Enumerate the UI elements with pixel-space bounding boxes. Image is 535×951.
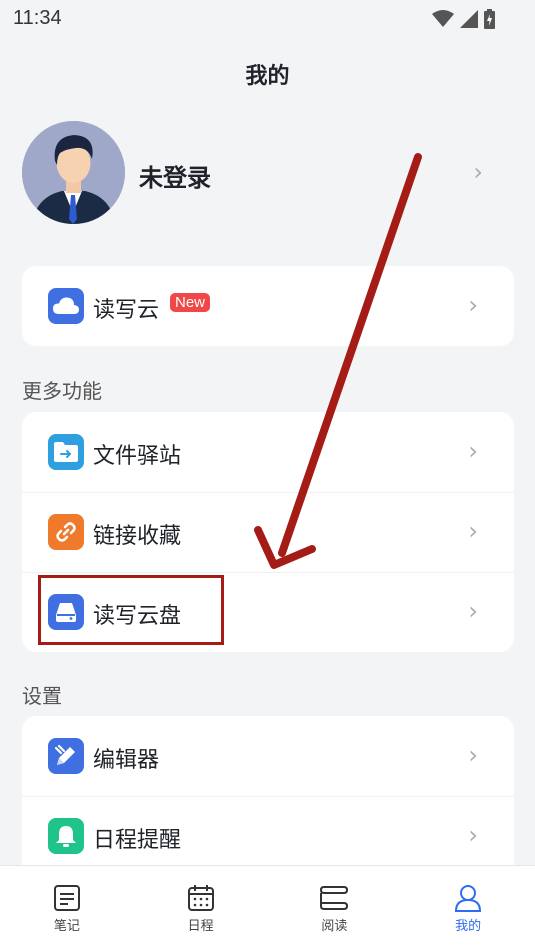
menu-item-label: 日程提醒 — [93, 828, 182, 853]
wifi-icon — [432, 10, 454, 27]
chevron-right-icon: › — [468, 741, 478, 769]
page-title: 我的 — [245, 64, 290, 89]
chevron-right-icon: › — [468, 821, 478, 849]
settings-card: 编辑器 › 日程提醒 › — [22, 716, 514, 876]
tab-schedule[interactable]: 日程 — [134, 866, 268, 951]
link-icon — [48, 514, 84, 550]
chevron-right-icon: › — [468, 291, 478, 319]
menu-item-label: 读写云 — [93, 298, 160, 323]
tab-label: 阅读 — [321, 919, 348, 934]
tab-notes[interactable]: 笔记 — [0, 866, 134, 951]
tab-label: 我的 — [455, 919, 482, 934]
status-time: 11:34 — [13, 7, 62, 29]
editor-icon — [48, 738, 84, 774]
tab-mine[interactable]: 我的 — [401, 866, 535, 951]
section-title-settings: 设置 — [22, 684, 62, 708]
profile-row[interactable]: 未登录 › — [0, 118, 535, 228]
cloud-card[interactable]: 读写云 New › — [22, 266, 514, 346]
menu-item-editor[interactable]: 编辑器 › — [22, 716, 514, 796]
login-status[interactable]: 未登录 — [139, 158, 211, 193]
section-title-more: 更多功能 — [22, 379, 102, 403]
reading-icon — [320, 886, 349, 910]
bell-icon — [48, 818, 84, 854]
file-transfer-icon — [48, 434, 84, 470]
menu-item-label: 文件驿站 — [93, 444, 182, 469]
menu-item-label: 读写云盘 — [93, 604, 182, 629]
cloud-drive-icon — [48, 594, 84, 630]
more-features-card: 文件驿站 › 链接收藏 › 读写云盘 › — [22, 412, 514, 652]
avatar[interactable] — [22, 121, 125, 224]
chevron-right-icon: › — [468, 437, 478, 465]
default-avatar-icon — [22, 121, 125, 224]
status-bar: 11:34 — [0, 0, 535, 36]
tab-reading[interactable]: 阅读 — [268, 866, 402, 951]
battery-icon — [484, 9, 495, 29]
new-badge: New — [170, 293, 211, 312]
chevron-right-icon: › — [473, 158, 483, 186]
chevron-right-icon: › — [468, 517, 478, 545]
status-icons — [432, 9, 495, 29]
tab-label: 日程 — [187, 919, 214, 934]
notes-icon — [53, 885, 80, 911]
user-icon — [455, 885, 482, 912]
menu-item-file-station[interactable]: 文件驿站 › — [22, 412, 514, 492]
menu-item-label: 链接收藏 — [93, 524, 182, 549]
menu-item-cloud[interactable]: 读写云 New › — [22, 266, 514, 346]
bottom-tab-bar: 笔记 日程 阅读 我的 — [0, 865, 535, 951]
tab-label: 笔记 — [53, 919, 80, 934]
cellular-signal-icon — [460, 10, 478, 28]
menu-item-cloud-drive[interactable]: 读写云盘 › — [22, 572, 514, 652]
cloud-icon — [48, 288, 84, 324]
menu-item-reminder[interactable]: 日程提醒 › — [22, 796, 514, 876]
menu-item-label: 编辑器 — [93, 748, 160, 773]
menu-item-link-bookmarks[interactable]: 链接收藏 › — [22, 492, 514, 572]
chevron-right-icon: › — [468, 597, 478, 625]
calendar-icon — [187, 885, 214, 911]
